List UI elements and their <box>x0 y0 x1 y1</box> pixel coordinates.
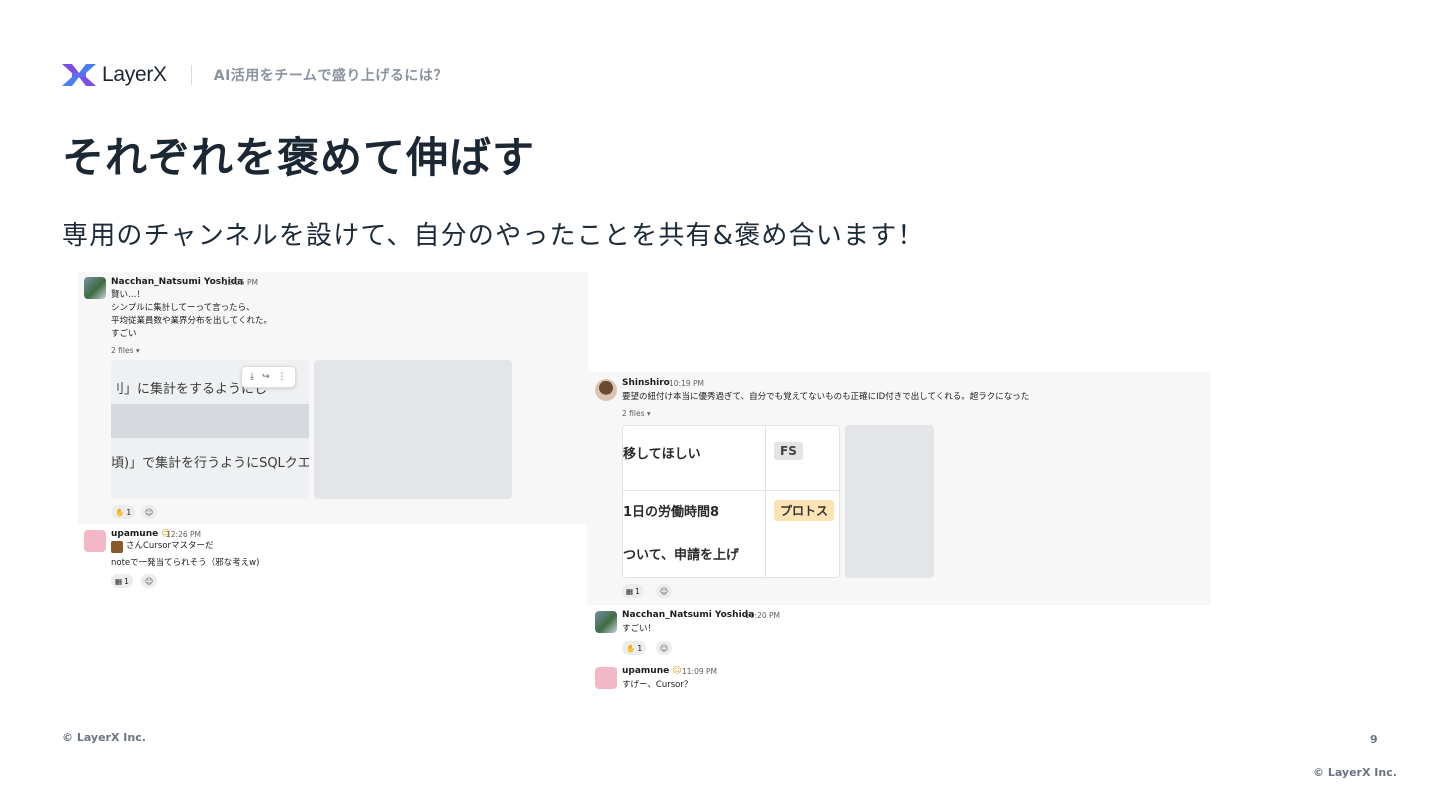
file-thumbnail <box>845 425 934 578</box>
avatar <box>84 277 106 299</box>
add-reaction-icon: ☺ <box>141 505 157 519</box>
slack-screenshot-right: Shinshiro 10:19 PM 要望の紐付け本当に優秀過ぎて、自分でも覚え… <box>587 372 1211 605</box>
message-line: すごい！ <box>622 624 657 634</box>
download-icon: ⤓ <box>250 372 254 382</box>
add-reaction-icon: ☺ <box>656 641 672 655</box>
layerx-logo-icon <box>62 64 96 86</box>
message-line: すげー、Cursor？ <box>622 680 693 690</box>
message-line: noteで一発当てられそう（邪な考えw) <box>111 558 260 568</box>
header-divider <box>190 65 192 85</box>
slide-header: LayerX AI活用をチームで盛り上げるには？ <box>62 60 448 90</box>
emoji-icon: ✋ <box>115 507 125 517</box>
add-reaction-icon: ☺ <box>141 574 157 588</box>
reaction-chip: ✋ 1 <box>622 641 647 655</box>
file-thumbnail: 移してほしい 1日の労働時間8 ついて、申請を上げ FS プロトス <box>622 425 840 578</box>
thumbnail-text: 頃)」で集計を行うようにSQLクエリ <box>111 456 309 471</box>
slide-title: それぞれを褒めて伸ばす <box>62 133 536 182</box>
message-author: upamune ☺ <box>111 529 171 539</box>
more-icon: ⋮ <box>277 372 287 382</box>
tag-label: プロトス <box>774 500 835 521</box>
avatar <box>595 379 617 401</box>
message-hover-toolbar: ⤓ ↪ ⋮ <box>241 366 296 388</box>
status-emoji-icon: ☺ <box>672 666 682 676</box>
files-toggle: 2 files ▾ <box>622 409 651 418</box>
message-author: Shinshiro <box>622 378 670 388</box>
share-icon: ↪ <box>261 372 270 382</box>
file-thumbnail: 刂」に集計をするようにし 頃)」で集計を行うようにSQLクエリ ⤓ ↪ ⋮ <box>111 360 309 499</box>
message-line: 平均従業員数や業界分布を出してくれた。 <box>111 316 272 326</box>
table-cell: 1日の労働時間8 <box>623 505 720 520</box>
tag-label: FS <box>774 442 803 460</box>
table-cell: 移してほしい <box>623 447 701 462</box>
user-mention-avatar <box>111 541 123 553</box>
emoji-icon: ✋ <box>626 643 636 653</box>
avatar <box>595 611 617 633</box>
footer-copyright: © LayerX Inc. <box>62 731 146 744</box>
reaction-chip: ▦ 1 <box>111 574 133 588</box>
message-time: 12:26 PM <box>166 530 201 539</box>
emoji-icon: ▦ <box>626 586 634 596</box>
footer-copyright-secondary: © LayerX Inc. <box>1313 766 1397 779</box>
reaction-chip: ✋ 1 <box>111 505 136 519</box>
message-author: upamune ☺ <box>622 666 682 676</box>
brand-name: LayerX <box>102 63 167 86</box>
message-time: 10:19 PM <box>669 379 704 388</box>
emoji-icon: ▦ <box>115 576 123 586</box>
page-number: 9 <box>1370 733 1378 746</box>
slide-lead: 専用のチャンネルを設けて、自分のやったことを共有&褒め合います！ <box>62 221 925 251</box>
slack-screenshot-left: Nacchan_Natsumi Yoshida 12:25 PM 賢い…！ シン… <box>78 272 588 524</box>
table-cell: ついて、申請を上げ <box>623 548 739 563</box>
deck-subtitle: AI活用をチームで盛り上げるには？ <box>213 68 448 84</box>
message-line: さんCursorマスターだ <box>126 541 214 551</box>
message-line: シンプルに集計してーって言ったら、 <box>111 303 255 313</box>
message-line: すごい <box>111 329 137 339</box>
slack-screenshot-left-lower: upamune ☺ 12:26 PM さんCursorマスターだ noteで一発… <box>78 524 588 600</box>
avatar <box>595 667 617 689</box>
avatar <box>84 530 106 552</box>
files-toggle: 2 files ▾ <box>111 346 140 355</box>
message-time: 10:20 PM <box>745 611 780 620</box>
message-line: 賢い…！ <box>111 290 146 300</box>
file-thumbnail <box>314 360 512 499</box>
message-time: 12:25 PM <box>223 278 258 287</box>
message-author: Nacchan_Natsumi Yoshida <box>622 610 755 620</box>
message-line: 要望の紐付け本当に優秀過ぎて、自分でも覚えてないものも正確にID付きで出してくれ… <box>622 392 1030 402</box>
message-time: 11:09 PM <box>682 667 717 676</box>
slack-screenshot-right-lower: Nacchan_Natsumi Yoshida 10:20 PM すごい！ ✋ … <box>587 605 1211 703</box>
add-reaction-icon: ☺ <box>656 584 672 598</box>
reaction-chip: ▦ 1 <box>622 584 644 598</box>
